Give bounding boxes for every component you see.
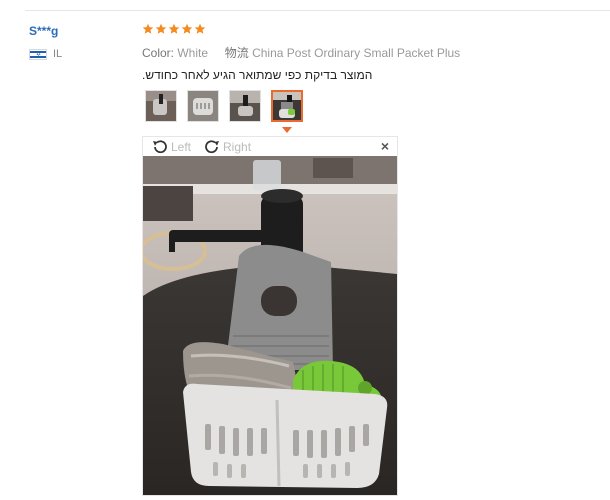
close-icon[interactable]: × xyxy=(381,138,389,154)
star-icon xyxy=(194,23,206,35)
feedback-text: המוצר בדיקת כפי שמתואר הגיע לאחר כחודש. xyxy=(142,68,373,82)
rotate-right-button[interactable]: Right xyxy=(203,139,251,155)
star-icon xyxy=(155,23,167,35)
selected-thumbnail-indicator xyxy=(282,127,292,133)
photo-thumbnail[interactable] xyxy=(229,90,261,122)
photo-thumbnail-selected[interactable] xyxy=(271,90,303,122)
photo-viewer: Left Right × xyxy=(142,136,398,496)
rotate-right-icon xyxy=(205,139,220,153)
star-icon xyxy=(181,23,193,35)
rotate-left-button[interactable]: Left xyxy=(151,139,191,155)
photo-thumbnail[interactable] xyxy=(187,90,219,122)
divider xyxy=(25,10,610,11)
reviewer-name[interactable]: S***g xyxy=(29,24,58,38)
photo-thumbnails xyxy=(145,90,313,122)
viewer-toolbar: Left Right × xyxy=(143,137,397,156)
shipping-label: 物流 xyxy=(224,46,249,60)
star-icon xyxy=(142,23,154,35)
review-attributes: Color: White 物流 China Post Ordinary Smal… xyxy=(142,44,460,61)
rotate-left-icon xyxy=(153,139,167,153)
rotate-right-label: Right xyxy=(223,139,252,154)
review-photo xyxy=(143,156,397,495)
shipping-value: China Post Ordinary Small Packet Plus xyxy=(252,46,461,60)
star-rating xyxy=(142,23,207,35)
color-label: Color: xyxy=(142,46,175,60)
country-code: IL xyxy=(53,48,63,60)
reviewer-country: ✡ IL xyxy=(29,48,62,60)
israel-flag-icon: ✡ xyxy=(29,48,47,60)
star-icon xyxy=(168,23,180,35)
rotate-left-label: Left xyxy=(171,139,192,154)
photo-thumbnail[interactable] xyxy=(145,90,177,122)
color-value: White xyxy=(177,46,209,60)
